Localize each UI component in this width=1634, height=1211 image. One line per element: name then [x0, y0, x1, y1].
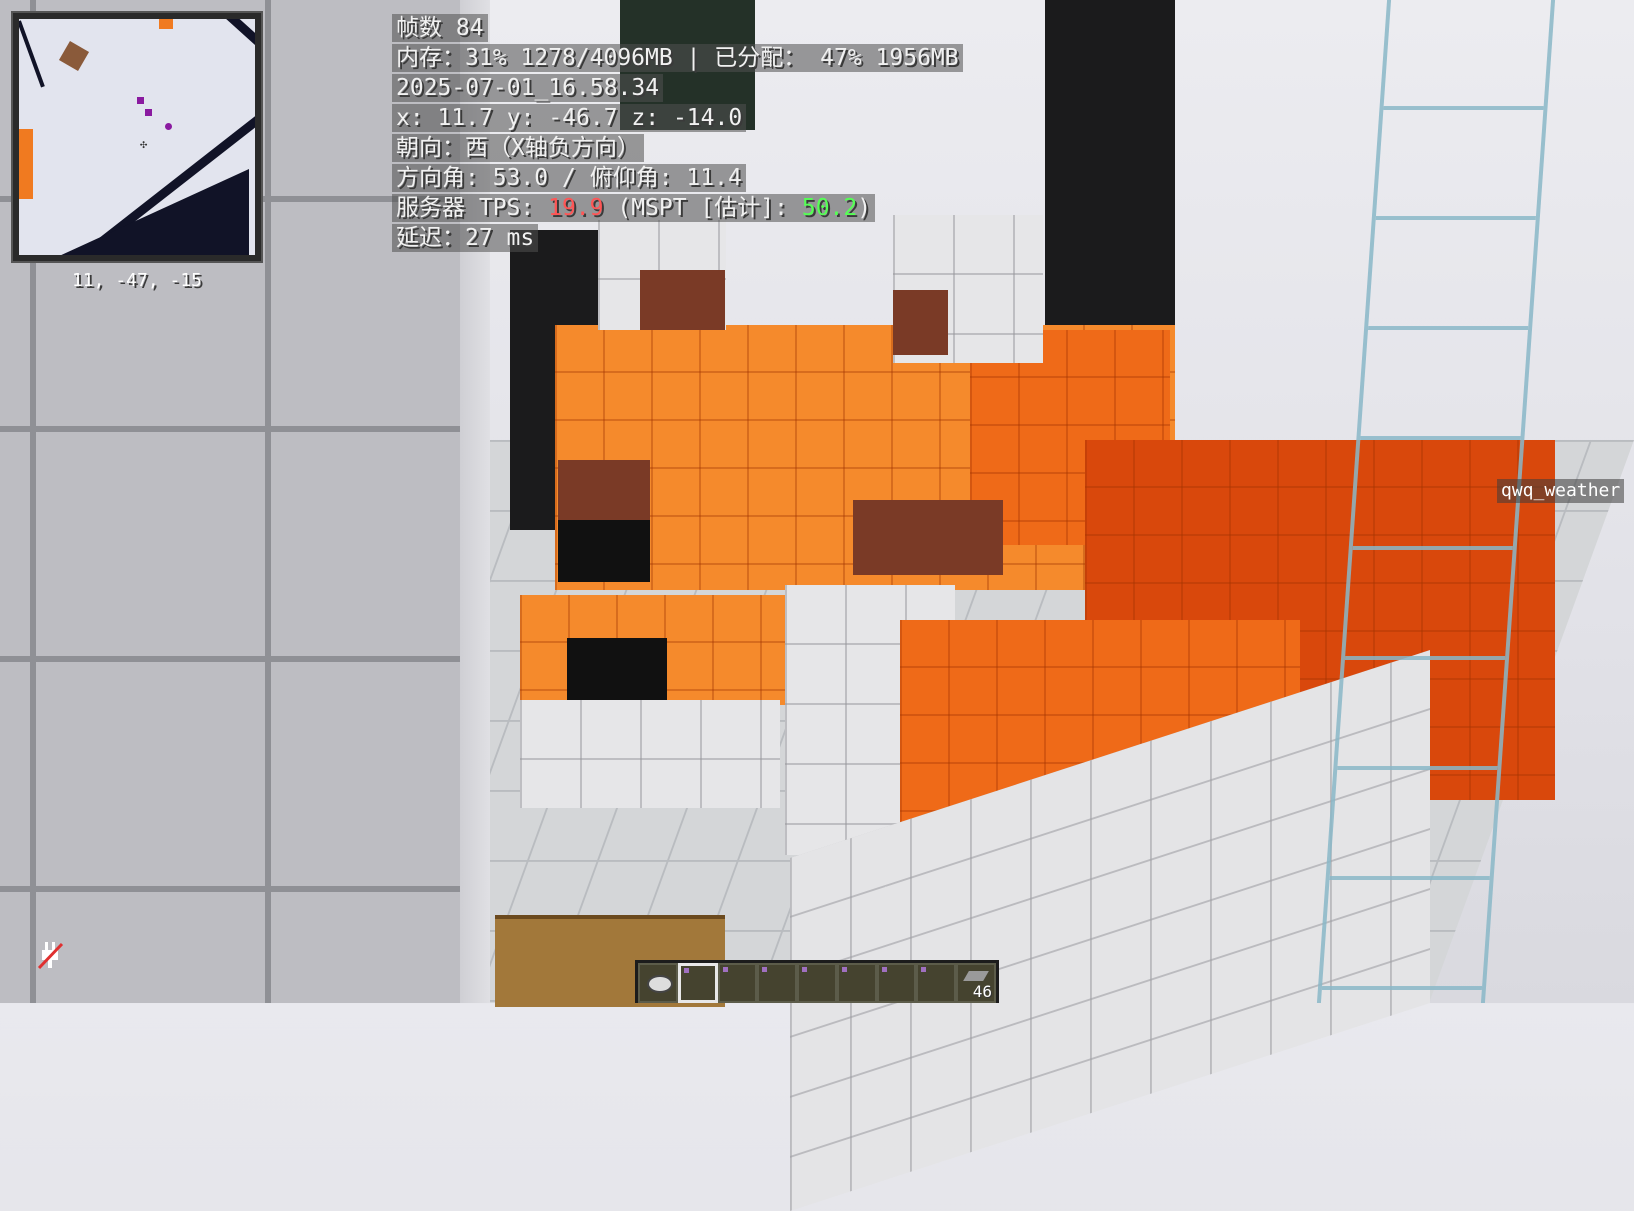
hotbar[interactable]: 46 — [635, 960, 999, 1003]
slot-marker — [762, 967, 768, 972]
latency-value: 27 ms — [465, 225, 535, 251]
mspt-close: ) — [857, 195, 872, 221]
fps-value: 84 — [455, 15, 484, 41]
facing-label: 朝向： — [396, 135, 465, 161]
latency-line: 延迟：27 ms — [392, 224, 539, 252]
fps-label: 帧数 — [396, 15, 442, 41]
position-line: x: 11.7 y: -46.7 z: -14.0 — [392, 104, 747, 132]
yaw-value: 53.0 — [492, 165, 549, 191]
timestamp-line: 2025-07-01_16.58.34 — [392, 74, 664, 102]
fox-ear-right-inner — [893, 290, 948, 355]
angle-separator: / — [561, 165, 576, 191]
fox-eye-right — [853, 500, 1003, 575]
hotbar-slot-3[interactable] — [717, 963, 758, 1003]
stone-item-icon — [963, 971, 990, 981]
minimap-dark-area — [19, 169, 249, 255]
minimap-coordinates: 11, -47, -15 — [71, 270, 203, 291]
slot-item-count: 46 — [972, 982, 993, 1001]
player-nametag: qwq_weather — [1497, 479, 1625, 503]
hotbar-slot-5[interactable] — [797, 963, 837, 1003]
hotbar-slot-7[interactable] — [876, 963, 917, 1003]
server-tps-line: 服务器 TPS: 19.9 (MSPT [估计]: 50.2) — [392, 194, 876, 222]
slot-marker — [683, 968, 689, 973]
memory-label: 内存： — [396, 45, 465, 71]
fox-ear-left-inner — [640, 270, 725, 330]
minimap-entity-marker — [145, 109, 152, 116]
tree-trunk-right — [1045, 0, 1175, 340]
hotbar-slot-1[interactable] — [638, 963, 678, 1003]
minimap-orange-top — [159, 19, 173, 29]
memory-line: 内存：31% 1278/4096MB | 已分配： 47% 1956MB — [392, 44, 963, 72]
hotbar-slot-9[interactable]: 46 — [956, 963, 997, 1003]
fps-line: 帧数 84 — [392, 14, 488, 42]
yaw-label: 方向角: — [396, 165, 479, 191]
hotbar-slot-6[interactable] — [836, 963, 877, 1003]
minimap-entity-marker — [165, 123, 172, 130]
slot-marker — [722, 967, 728, 972]
hotbar-slot-2[interactable] — [677, 963, 718, 1003]
minimap-structure — [58, 40, 90, 72]
allocated-value: 47% 1956MB — [820, 45, 959, 71]
rotation-line: 方向角: 53.0 / 俯仰角: 11.4 — [392, 164, 746, 192]
minimap-player-crosshair-icon: ✣ — [140, 137, 148, 151]
minimap-road-thin — [19, 20, 45, 88]
pitch-value: 11.4 — [686, 165, 742, 191]
fox-eye-left — [558, 460, 650, 525]
pitch-label: 俯仰角: — [589, 165, 673, 191]
facing-line: 朝向：西（X轴负方向） — [392, 134, 644, 162]
fox-chin — [520, 700, 780, 808]
minimap-road-right — [164, 19, 255, 111]
mspt-value: 50.2 — [801, 195, 858, 221]
minimap[interactable]: ✣ — [11, 11, 263, 263]
memory-separator: | — [686, 45, 701, 71]
mspt-label: (MSPT [估计]: — [617, 195, 788, 221]
facing-value: 西（X轴负方向） — [465, 135, 640, 161]
memory-value: 31% 1278/4096MB — [465, 45, 673, 71]
minimap-orange-area — [19, 129, 33, 199]
slot-marker — [921, 967, 927, 972]
hotbar-slot-8[interactable] — [916, 963, 957, 1003]
allocated-label: 已分配： — [714, 45, 807, 71]
slot-marker — [881, 967, 887, 972]
hotbar-slot-4[interactable] — [757, 963, 798, 1003]
compass-icon — [647, 975, 673, 993]
minimap-map: ✣ — [19, 19, 255, 255]
minimap-entity-marker — [137, 97, 144, 104]
fox-eye-left-pupil — [558, 520, 650, 582]
slot-marker — [802, 967, 808, 972]
latency-label: 延迟： — [396, 225, 465, 251]
tps-value: 19.9 — [548, 195, 604, 221]
slot-marker — [841, 967, 847, 972]
server-tps-label: 服务器 TPS: — [396, 195, 535, 221]
no-connection-plug-icon — [37, 942, 64, 970]
